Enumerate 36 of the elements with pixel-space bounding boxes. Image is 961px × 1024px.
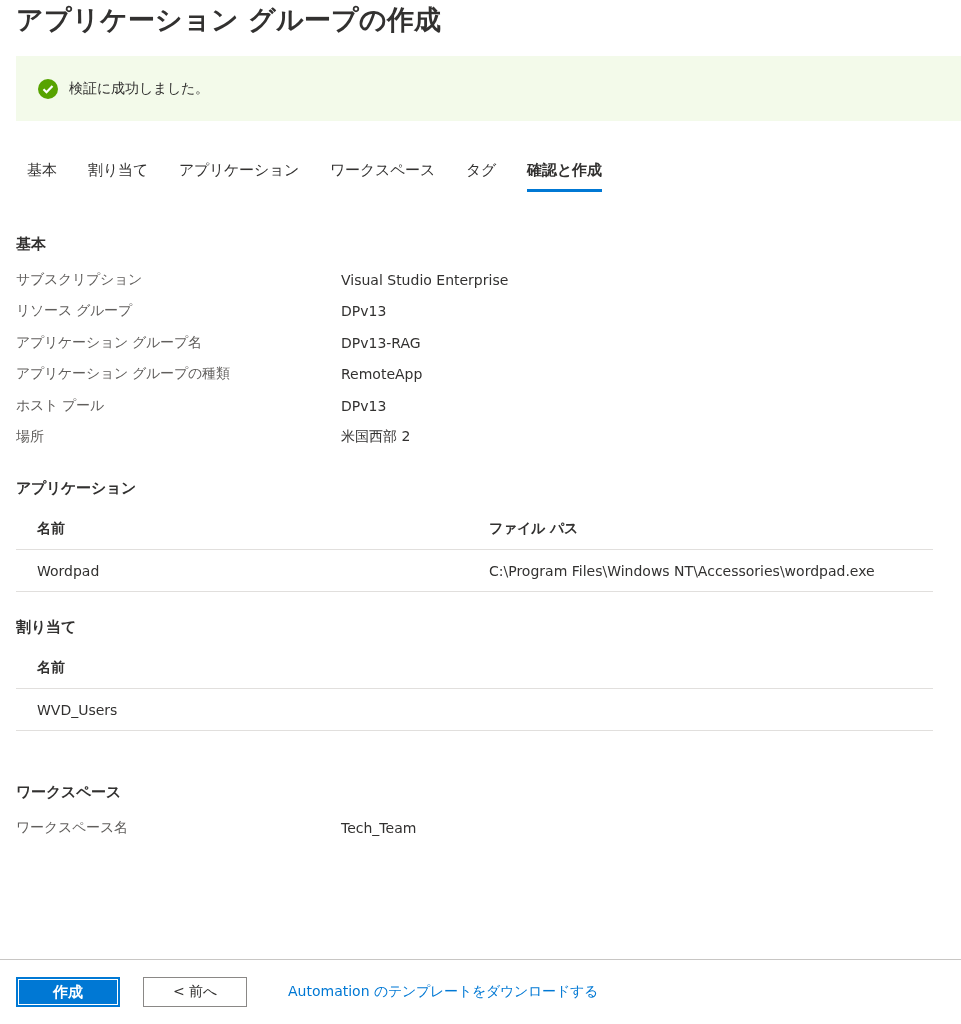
field-value: Visual Studio Enterprise xyxy=(341,271,509,288)
banner-message: 検証に成功しました。 xyxy=(69,79,209,98)
field-value: 米国西部 2 xyxy=(341,428,411,447)
section-heading: 基本 xyxy=(16,235,47,254)
column-header: ファイル パス xyxy=(489,519,578,538)
create-button[interactable]: 作成 xyxy=(16,977,120,1007)
table-cell: WVD_Users xyxy=(37,701,118,718)
tab[interactable]: 割り当て xyxy=(88,159,148,192)
previous-button[interactable]: < 前へ xyxy=(143,977,247,1007)
field-value: DPv13-RAG xyxy=(341,334,421,351)
download-template-link[interactable]: Automation のテンプレートをダウンロードする xyxy=(288,983,598,1001)
field-value: DPv13 xyxy=(341,397,387,414)
field-label: ホスト プール xyxy=(16,396,105,415)
column-header: 名前 xyxy=(37,519,65,538)
page-title: アプリケーション グループの作成 xyxy=(16,3,443,37)
section-heading: アプリケーション xyxy=(16,479,137,498)
column-header: 名前 xyxy=(37,658,65,677)
field-label: アプリケーション グループ名 xyxy=(16,333,203,352)
tab[interactable]: 基本 xyxy=(27,159,57,192)
field-label: ワークスペース名 xyxy=(16,818,128,837)
tab[interactable]: 確認と作成 xyxy=(527,159,602,192)
field-label: 場所 xyxy=(16,428,44,447)
table-cell: C:\Program Files\Windows NT\Accessories\wordpad.exe xyxy=(489,562,875,579)
field-label: サブスクリプション xyxy=(16,270,142,289)
field-label: リソース グループ xyxy=(16,302,133,321)
tab[interactable]: アプリケーション xyxy=(179,159,299,192)
field-label: アプリケーション グループの種類 xyxy=(16,365,231,384)
field-value: Tech_Team xyxy=(341,819,417,836)
success-icon xyxy=(38,78,58,99)
section-heading: ワークスペース xyxy=(16,783,122,802)
tab[interactable]: ワークスペース xyxy=(330,159,435,192)
section-heading: 割り当て xyxy=(16,618,77,637)
field-value: DPv13 xyxy=(341,303,387,320)
table-cell: Wordpad xyxy=(37,562,100,579)
tab[interactable]: タグ xyxy=(466,159,496,192)
field-value: RemoteApp xyxy=(341,366,423,383)
